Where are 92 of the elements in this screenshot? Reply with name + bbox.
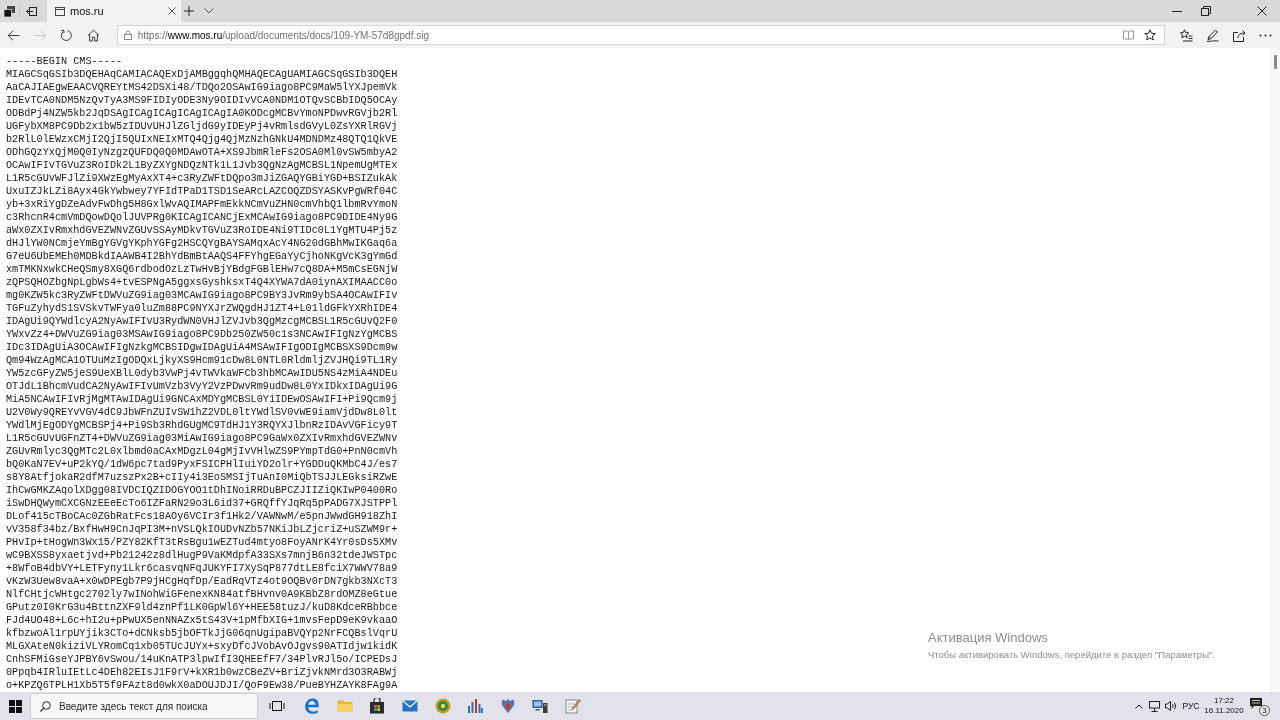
text-line: iSwDHQWymCXCGNzEEeEcTo6IZFaRN29o3L6id37+GRQffYJqRq5pPADG7XJSTPPl (6, 497, 398, 510)
chevron-down-icon[interactable] (204, 8, 214, 14)
language-indicator[interactable]: РУС (1182, 701, 1200, 711)
stacked-windows-icon[interactable] (3, 5, 15, 17)
text-line: UGFybXM8PC9Db2x1bW5zIDUvUHJlZGljdG9yIDEyPj4vRmlsdGVyL0ZsYXRlRGVj (6, 120, 398, 133)
text-line: ODBdPj4NZW5kb2JqDSAgICAgICAgICAgICAgIA0KODcgMCBvYmoNPDwvRGVjb2Rl (6, 107, 398, 120)
text-line: zQPSQHOZbgNpLgbWs4+tvESPNgA5ggxsGyshksxT4Q4XYWA7dA0iynAXIMAACC0o (6, 276, 398, 289)
count-badge[interactable]: 3 (1259, 704, 1270, 716)
text-line: xmTMKNxwkCHeQSmy8XGQ6rdbodOzLzTwHvBjYBdgFGBlEHw7cQ8DA+M5mCsEGNjW (6, 263, 398, 276)
text-line: L1R5cGUvWFJlZi9XWzEgMyAxXT4+c3RyZWFtDQpo3mJiZGAQYGBiYGD+BSIZukAk (6, 172, 398, 185)
text-line: FJd4UO48+L6c+hI2u+pPwUX5enNNAZx5tS43V+1pMfbXIG+1mvsFepD9eK9vkaaO (6, 614, 398, 627)
text-line: mg0KZW5kc3RyZWFtDWVuZG9iag03MCAwIG9iago8PC9BY3JvRm9ybSA4OCAwIFIv (6, 289, 398, 302)
envelope-icon[interactable] (402, 698, 419, 714)
bar-chart-icon[interactable] (467, 698, 484, 714)
text-line: ZGUvRmlyc3QgMTc2L0xlbmd0aCAxMDgzL04gMjIvVHlwZS9PYmpTdG0+PnN0cmVh (6, 445, 398, 458)
chevron-up-icon[interactable] (1135, 703, 1143, 709)
text-line: wC9BXSS8yxaetjvd+Pb21242z8dlHugP9VaKMdpfA33SXs7mnjB6n32tdeJWSTpc (6, 549, 398, 562)
text-line: YW5zcGFyZW5jeS9UeXBlL0dyb3VwPj4vTWVkaWFCb3hbMCAwIDU5NS4zMiA4NDEu (6, 367, 398, 380)
text-line: ODhGQzYxQjM0Q0IyNzgzQUFDQ0Q0MDAwOTA+XS9JbmRleFs2OSA0Ml0vSW5mbyA2 (6, 146, 398, 159)
text-line: YWdlMjEgODYgMCBSPj4+Pi9Sb3RhdGUgMC9TdHJ1Y3RQYXJlbnRzIDAvVGFicy9T (6, 419, 398, 432)
text-line: TGFuZyhydS1SVSkvTWFya0luZm88PC9NYXJrZWQgdHJ1ZT4+L01ldGFkYXRhIDE4 (6, 302, 398, 315)
speech-bubble-icon[interactable] (1250, 697, 1262, 709)
refresh-icon[interactable] (60, 28, 74, 42)
text-line: dHJlYW0NCmjeYmBgYGVgYKphYGFg2HSCQYgBAYSAMqxAcY4NG20dGBhMwIKGaq6a (6, 237, 398, 250)
scrollbar-thumb[interactable] (1273, 55, 1277, 69)
lock-icon (123, 30, 132, 40)
text-line: MiA5NCAwIFIvRjMgMTAwIDAgUi9GNCAxMDYgMCBSL0Y1IDEwOSAwIFI+Pi9Qcm9j (6, 393, 398, 406)
plus-icon[interactable] (183, 6, 194, 16)
text-line: UxuIZJkLZi8Ayx4GkYwbwey7YFIdTPaD1TSD1SeARcLAZCOQZDSYASKvPgWRf04C (6, 185, 398, 198)
book-icon[interactable] (1122, 30, 1134, 40)
task-view-icon[interactable] (269, 698, 285, 714)
text-line: PHvIp+tHogWn3Wx15/PZY82KfT3tRsBgu1wEZTud4mtyo8FoyANrK4Yr0sDs5XMv (6, 536, 398, 549)
shopping-bag-icon[interactable] (369, 698, 386, 714)
text-line: vKzW3Uew8vaA+x0wDPEgb7P9jHCgHqfDp/EadRqVTz4ot9OQBv0rDN7gkb3NXcT3 (6, 575, 398, 588)
text-line: -----BEGIN CMS----- (6, 55, 123, 68)
text-line: DLof415cTBoCAc0ZGbRatFcs18AOy6VCIr3f1Hk2/VAWNwM/e5pnJWwdGH918ZhI (6, 510, 398, 523)
text-line: bQ0KaN7EV+uP2kYQ/1dW6pc7tad9PyxFSICPHlIuiYD2olr+YGDDuQKMbC4J/es7 (6, 458, 398, 471)
share-icon[interactable] (1232, 28, 1246, 42)
monitor-icon[interactable] (1149, 700, 1160, 712)
text-line: aWx0ZXIvRmxhdGVEZWNvZGUvSSAyMDkvTGVuZ3RoIDE4Ni9TIDc0L1YgMTU4Pj5z (6, 224, 398, 237)
text-line: G7eU6UbEMEh0MDBkdIAAWB4I2BhYdBmBtAAQS4FFYhgEGaYyCjhoNKgVcK3gYmGd (6, 250, 398, 263)
text-line: IDEvTCA0NDM5NzQvTyA3MS9FIDIyODE3Ny9OIDIvVCA0NDM1OTQvSCBbIDQ5OCAy (6, 94, 398, 107)
close-icon[interactable] (168, 7, 176, 15)
round-badge-icon[interactable] (434, 698, 451, 714)
text-line: c3RhcnR4cmVmDQowDQolJUVPRg0KICAgICANCjExMCAwIG9iago8PC9DIDE4Ny9G (6, 211, 398, 224)
more-icon[interactable] (1259, 33, 1272, 37)
text-line: L1R5cGUvUGFnZT4+DWVuZG9iag03MiAwIG9iago8PC9GaWx0ZXIvRmxhdGVEZWNv (6, 432, 398, 445)
text-line: s8Y8AtfjokaR2dfM7uzszPx2B+cIIy4i3EoSMSIjTuAnI0MiQbTSJJLEGksiRZwE (6, 471, 398, 484)
search-field[interactable]: Введите здесь текст для поиска (30, 693, 258, 719)
text-line: yb+3xRiYgDZeAdvFwDhg5H8GxlWvAQIMAPFmEkkNCmVuZHN0cmVhbQ1lbmRvYmoN (6, 198, 398, 211)
text-line: MIAGCSqGSIb3DQEHAqCAMIACAQExDjAMBggqhQMHAQECAgUAMIAGCSqGSIb3DQEH (6, 68, 398, 81)
speaker-icon[interactable] (1165, 701, 1177, 711)
pen-icon[interactable] (1206, 28, 1219, 42)
text-line: b2RlL0lEWzxCMjI2QjI5QUIxNEIxMTQ4Qjg4QjMzNzhGNkU4MDNDMz48QTQ1QkVE (6, 133, 398, 146)
text-line: MLGXAteN0kiziVLYRomCq1xb05TUcJUYx+sxyDfcJVobAvOJgvs90ATIdjw1kidK (6, 640, 398, 653)
text-line: Qm94WzAgMCA1OTUuMzIgODQxLjkyXS9Hcm91cDw8L0NTL0RldmljZVJHQi9TL1Ry (6, 354, 398, 367)
minimize-icon[interactable] (1172, 10, 1182, 12)
text-line: IhCwGMKZAqolXDgg08IVDCIQZIDOGYOO1tDhINoiRRDuBPCZJIIZiQKIwP0400Ro (6, 484, 398, 497)
text-line: CnhSFMiGseYJPBY6vSwou/14uKnATP3lpwIfI3QHEEfF7/34PlvRJl5o/ICPEDsJ (6, 653, 398, 666)
close-icon[interactable] (1257, 6, 1267, 16)
text-line: 0Ppqb4IRluIEtLc4DEh82EIsJ1F9rV+kXR1b0wzCBeZV+BriZjvkNMrd3O3RABWj (6, 666, 398, 679)
text-line: OTJdL1BhcmVudCA2NyAwIFIvUmVzb3VyY2VzPDwvRm9udDw8L0YxIDkxIDAgUi9G (6, 380, 398, 393)
computer-icon[interactable] (532, 698, 549, 714)
search-icon (40, 700, 51, 712)
text-line: AaCAJIAEgwEAACVQREYtMS42DSXi48/TDQo2OSAwIG9iago8PC9MaW5lYXJpemVk (6, 81, 398, 94)
activation-text: Чтобы активировать Windows, перейдите в раздел "Параметры". (928, 648, 1215, 661)
text-line: NlfCHtjcWHtgc2702ly7wINohWiGFenexKN84atfBHvnv0A9KBbZ8rdOMZ8eGtue (6, 588, 398, 601)
notepad-pencil-icon[interactable] (565, 698, 582, 714)
text-line: GPutz0I0KrG3u4BttnZXF9ld4znPf1LK0GpWl6Y+HEE58tuzJ/kuD8KdceRBbbce (6, 601, 398, 614)
star-lines-icon[interactable] (1179, 28, 1193, 42)
text-line: OCAwIFIvTGVuZ3RoIDk2L1ByZXYgNDQzNTk1L1Jvb3QgNzAgMCBSL1NpemUgMTEx (6, 159, 398, 172)
browser-icon[interactable] (304, 698, 321, 714)
clock-time[interactable]: 17:22 (1214, 696, 1234, 706)
back-icon[interactable] (6, 28, 20, 42)
window-icon (55, 6, 65, 16)
emblem-icon[interactable] (499, 698, 516, 714)
text-line: +8WfoB4dbVY+LETFyny1Lkr6casvqNFqJUKYFI7XySqP877dtLE8fciX7WWV78a9 (6, 562, 398, 575)
text-line: vV358f34bz/BxfHwH9CnJqPI3M+nVSLQkIOUDvNZb57NKiJbLZjcriZ+uSZWM9r+ (6, 523, 398, 536)
scrollbar[interactable] (1270, 48, 1280, 692)
text-line: IDc3IDAgUiA3OCAwIFIgNzkgMCBSIDgwIDAgUiA4MSAwIFIgODIgMCBSXS9Dcm9w (6, 341, 398, 354)
clock-date[interactable]: 16.11.2020 (1204, 706, 1244, 716)
text-line: kfbzwoAl1rpUYjik3CTo+dCNksb5jbOFTkJjG06qnUgipaBVQYp2NrFCQBslVqrU (6, 627, 398, 640)
text-line: U2V0Wy9QREYvVGV4dC9JbWFnZUIvSW1hZ2VDL0ltYWdlSV0vWE9iamVjdDw8L0lt (6, 406, 398, 419)
text-line: o+KPZQ6TPLH1Xb5T5f9FAzt8d0wkX0aDOUJDJI/QoF9Ew38/PueBYHZAYK8FAg9A (6, 679, 398, 692)
activation-title: Активация Windows (928, 630, 1048, 646)
browser-tab[interactable]: mos.ru (47, 0, 181, 22)
text-line: IDAgUi9QYWdlcyA2NyAwIFIvU3RydWN0VHJlZVJvb3QgMzcgMCBSL1R5cGUvQ2F0 (6, 315, 398, 328)
start-icon[interactable] (8, 699, 22, 713)
star-icon[interactable] (1143, 29, 1156, 41)
restore-icon[interactable] (1201, 6, 1211, 16)
home-icon[interactable] (86, 28, 100, 42)
text-line: YWxvZz4+DWVuZG9iag03MSAwIG9iago8PC9Db250ZW50c1s3NCAwIFIgNzYgMCBS (6, 328, 398, 341)
